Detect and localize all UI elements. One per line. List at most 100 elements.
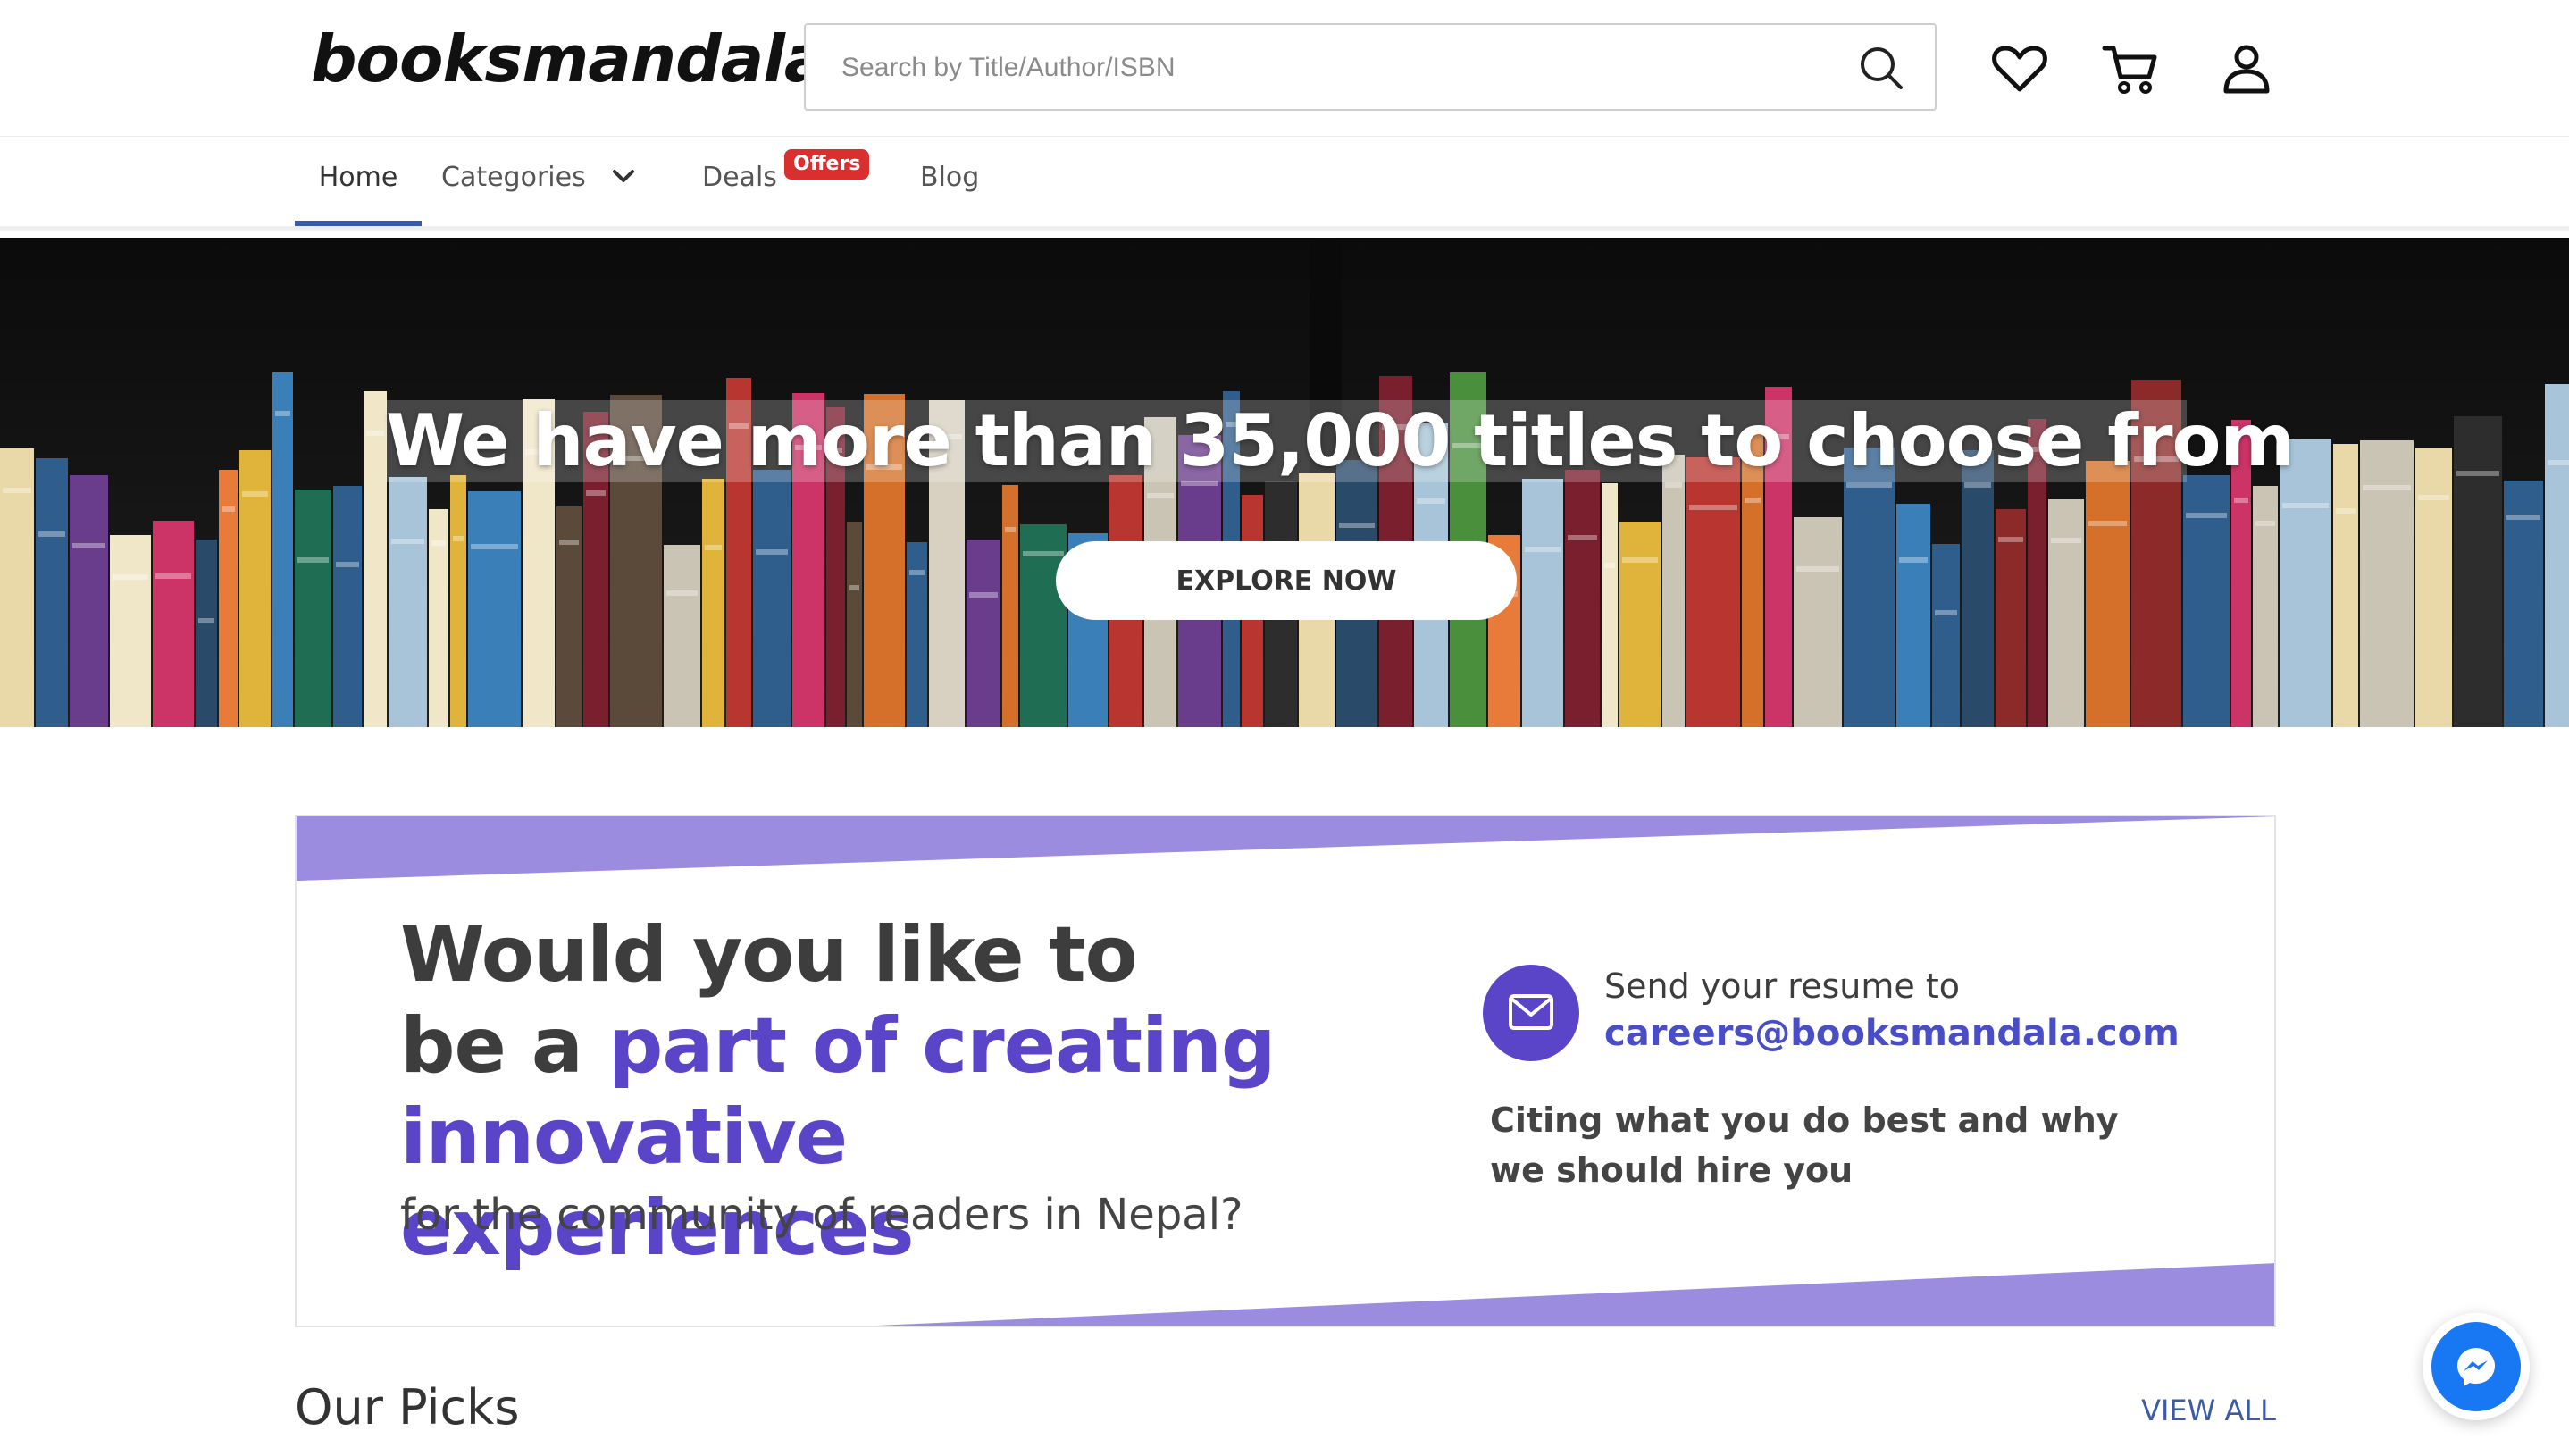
book-spine-band [453,536,464,541]
book-spine-band [2506,515,2540,520]
cart-icon[interactable] [2101,39,2160,98]
book-spine [272,372,293,727]
book-spine [364,391,387,727]
book-spine [2333,444,2358,727]
search-input[interactable] [840,25,1826,111]
heart-icon[interactable] [1990,39,2049,98]
book-spine-band [2282,503,2329,508]
book-spine-band [336,562,359,567]
search-box [804,23,1937,111]
book-spine [2360,440,2414,727]
book-spine-band [1689,505,1737,510]
book-spine-band [1525,547,1561,552]
mail-icon [1483,965,1579,1061]
book-spine [1002,485,1018,727]
book-spine-band [1568,535,1597,540]
book-spine [753,470,791,727]
book-spine-band [1899,557,1928,563]
book-spine [1686,457,1740,727]
book-spine [2415,448,2452,727]
user-icon[interactable] [2217,39,2276,98]
book-spine [1565,470,1600,727]
search-icon[interactable] [1858,45,1904,91]
book-spine-band [1935,610,1957,615]
book-spine-band [2363,485,2411,490]
book-spine-band [2548,460,2569,465]
nav-blog[interactable]: Blog [920,137,979,226]
view-all-link[interactable]: VIEW ALL [2141,1393,2276,1427]
book-spine [1662,455,1685,727]
book-spine-band [2088,521,2127,526]
book-spine-band [242,491,268,497]
hero-title: We have more than 35,000 titles to choos… [386,399,2295,482]
book-spine [295,490,331,727]
careers-heading-line1: Would you like to [400,910,1138,1000]
book-spine-band [586,490,606,496]
offers-badge: Offers [784,149,870,180]
book-spine-band [155,573,191,579]
book-spine [967,540,1000,727]
book-spine [2545,384,2569,727]
explore-now-button[interactable]: EXPLORE NOW [1056,541,1517,620]
nav-deals-label: Deals [702,162,777,193]
book-spine [196,540,217,727]
book-spine [2048,499,2084,727]
book-spine-band [275,411,290,416]
book-spine [110,535,151,727]
book-spine-band [666,590,698,596]
book-spine-band [849,585,859,590]
careers-heading-line2-accent: part of creating [607,1001,1276,1091]
book-spine-band [2255,521,2275,526]
book-spine [2086,461,2130,727]
book-spine [450,475,466,727]
book-spine-band [366,431,384,436]
book-spine-band [297,557,329,563]
careers-note: Citing what you do best and why we shoul… [1490,1095,2133,1195]
book-spine [847,522,862,727]
book-spine-band [909,570,925,575]
book-spine-band [431,540,446,546]
book-spine [153,521,194,727]
book-spine [1619,522,1661,727]
nav-blog-label: Blog [920,162,980,193]
book-spine [1602,483,1618,727]
our-picks-title: Our Picks [295,1379,520,1435]
book-spine [389,477,427,727]
messenger-chat-button[interactable] [2423,1313,2530,1420]
book-spine-band [2456,471,2499,476]
book-spine-band [1604,563,1615,568]
book-spine [2454,416,2502,727]
careers-email-link[interactable]: careers@booksmandala.com [1604,1013,2180,1054]
book-spine-band [471,544,518,549]
hero-banner: We have more than 35,000 titles to choos… [0,238,2569,727]
book-spine-band [1796,566,1839,572]
book-spine-band [72,543,105,548]
book-spine-band [198,618,214,623]
book-spine [70,475,108,727]
careers-heading-line2: be a part of creating [400,1000,1383,1092]
book-spine-band [2418,495,2449,500]
site-logo[interactable]: booksmandala [311,23,827,95]
book-spine-band [2234,498,2248,503]
nav-home[interactable]: Home [295,137,422,226]
careers-heading-line2-plain: be a [400,1001,608,1091]
nav-categories[interactable]: Categories [441,137,635,226]
site-header: booksmandala [0,0,2569,138]
send-resume-text: Send your resume to [1604,966,1960,1006]
book-spine-band [1339,523,1375,528]
book-spine-band [2186,513,2227,518]
main-nav: Home Categories Deals Offers Blog [0,137,2569,231]
book-spine [1932,544,1960,727]
book-spine [1794,517,1842,727]
book-spine-band [38,531,65,537]
book-spine-band [2336,508,2356,514]
book-spine-band [705,545,722,550]
book-spine [664,545,700,727]
nav-deals[interactable]: Deals [702,137,777,226]
careers-banner: Would you like to be a part of creating … [295,815,2276,1327]
book-spine-band [1745,498,1761,503]
book-spine-band [1417,498,1445,504]
nav-home-label: Home [318,162,398,193]
chevron-down-icon [612,136,635,218]
book-spine-band [1147,493,1174,498]
